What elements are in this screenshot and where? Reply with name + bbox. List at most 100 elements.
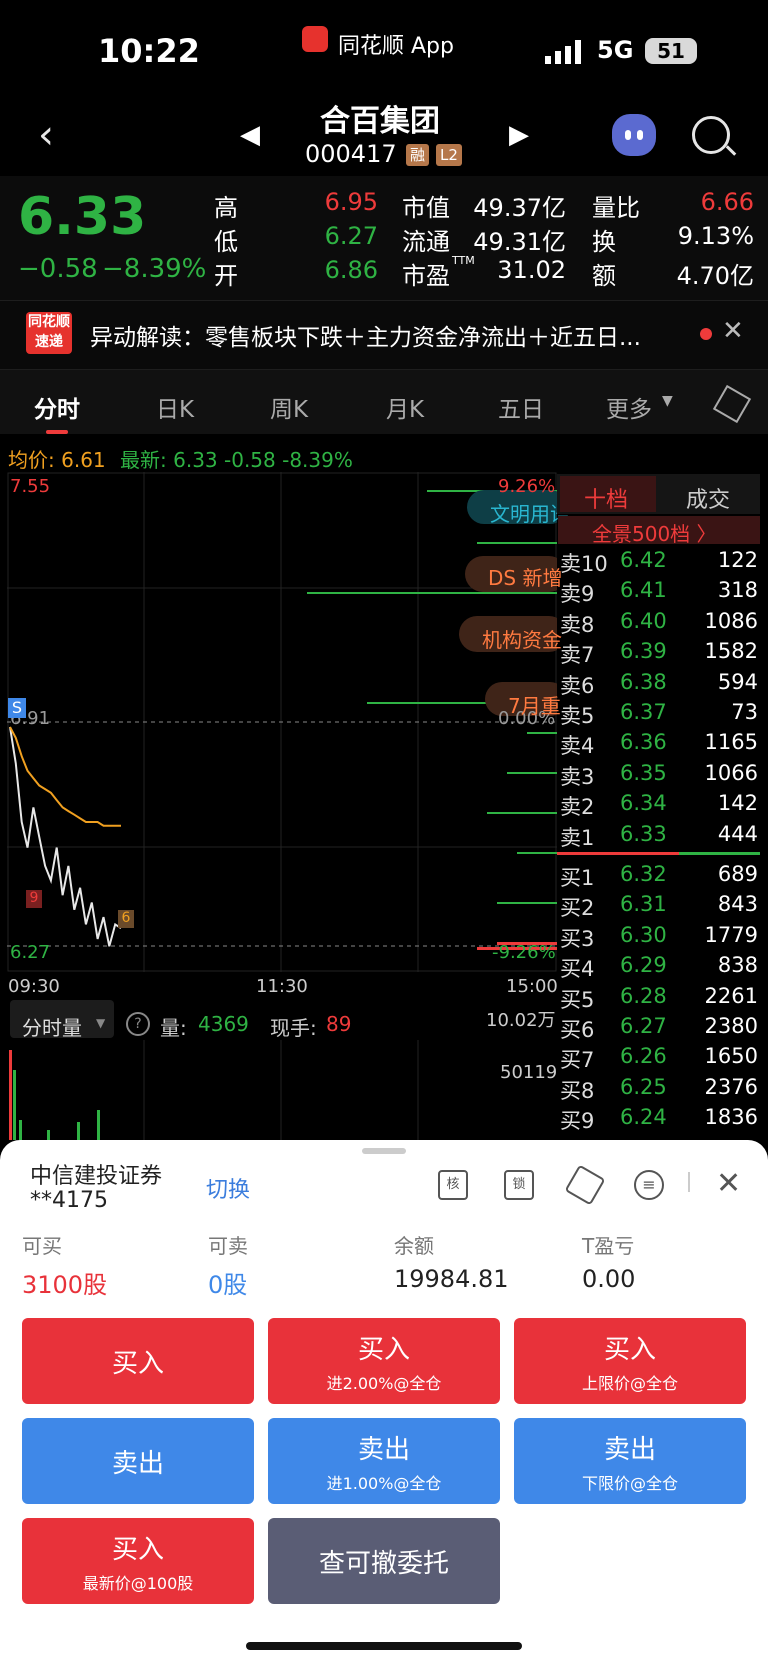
panorama-link[interactable]: 全景500档 〉	[592, 518, 717, 547]
latest-change: -0.58	[224, 448, 276, 472]
volratio-value: 6.66	[700, 188, 754, 216]
prev-stock-icon[interactable]: ◀	[240, 120, 260, 150]
verify-icon[interactable]: 核	[438, 1170, 468, 1200]
buy-button-label: 买入	[111, 1348, 164, 1379]
bid-volume: 689	[717, 862, 758, 886]
bid-row[interactable]: 买6 6.27 2380	[560, 1014, 760, 1044]
ask-row[interactable]: 卖5 6.37 73	[560, 700, 760, 730]
switch-account-button[interactable]: 切换	[206, 1172, 250, 1204]
back-icon[interactable]: ‹	[38, 112, 54, 158]
stock-name: 合百集团	[320, 104, 440, 139]
pct-top-label: 9.26%	[498, 476, 556, 497]
callout-4[interactable]: 7月重	[508, 690, 561, 719]
l2-tag: L2	[436, 144, 462, 166]
bid-price: 6.32	[620, 862, 667, 886]
tab-trades[interactable]: 成交	[686, 482, 730, 514]
bid-price: 6.24	[620, 1105, 667, 1130]
pe-value: 31.02	[497, 256, 566, 284]
sell-plus1-button[interactable]: 卖出 进1.00%@全仓	[268, 1418, 500, 1504]
help-icon[interactable]: ?	[126, 1012, 150, 1036]
last-price: 6.33	[18, 187, 147, 247]
marker-6[interactable]: 6	[118, 910, 134, 928]
ask-level-label: 卖5	[560, 703, 595, 728]
latest-pct: -8.39%	[282, 448, 353, 472]
close-panel-icon[interactable]: ✕	[716, 1166, 741, 1201]
ask-row[interactable]: 卖1 6.33 444	[560, 822, 760, 852]
news-dot-icon	[700, 328, 712, 340]
buy-button[interactable]: 买入	[22, 1318, 254, 1404]
assistant-robot-icon[interactable]	[612, 114, 656, 156]
next-stock-icon[interactable]: ▶	[509, 120, 529, 150]
price-change-pct: −8.39%	[102, 254, 207, 284]
tab-daily[interactable]: 日K	[156, 390, 194, 424]
menu-icon[interactable]: ≡	[634, 1170, 664, 1200]
amount-label: 额	[592, 262, 616, 290]
pct-bottom-label: -9.26%	[492, 942, 556, 963]
avg-value: 6.61	[61, 448, 106, 472]
bid-row[interactable]: 买8 6.25 2376	[560, 1075, 760, 1105]
bid-row[interactable]: 买3 6.30 1779	[560, 923, 760, 953]
bid-row[interactable]: 买7 6.26 1650	[560, 1044, 760, 1074]
sell-button[interactable]: 卖出	[22, 1418, 254, 1504]
ask-row[interactable]: 卖9 6.41 318	[560, 578, 760, 608]
chart-tabs	[0, 370, 768, 434]
drag-handle[interactable]	[362, 1148, 406, 1154]
app-logo-icon	[302, 26, 328, 52]
sell-limit-button[interactable]: 卖出 下限价@全仓	[514, 1418, 746, 1504]
ask-volume: 1066	[704, 760, 758, 785]
vol-value: 4369	[198, 1012, 249, 1036]
close-icon[interactable]: ✕	[722, 316, 744, 346]
ask-volume: 142	[717, 791, 758, 816]
bid-volume: 1836	[704, 1105, 758, 1130]
ask-price: 6.33	[620, 821, 667, 846]
x-label-open: 09:30	[8, 976, 60, 997]
lock-icon[interactable]: 锁	[504, 1170, 534, 1200]
callout-3[interactable]: 机构资金	[482, 624, 562, 653]
tab-weekly[interactable]: 周K	[270, 390, 308, 424]
vol-label: 量:	[160, 1016, 187, 1040]
search-icon[interactable]	[692, 116, 730, 154]
chevron-down-icon: ▼	[96, 1016, 106, 1030]
buy-limit-button[interactable]: 买入 上限价@全仓	[514, 1318, 746, 1404]
marker-s[interactable]: S	[8, 698, 26, 718]
bid-row[interactable]: 买1 6.32 689	[560, 862, 760, 892]
cancelable-orders-button[interactable]: 查可撤委托	[268, 1518, 500, 1604]
tab-more[interactable]: 更多	[606, 390, 652, 424]
bid-row[interactable]: 买5 6.28 2261	[560, 984, 760, 1014]
sell-limit-label: 卖出	[603, 1434, 656, 1465]
bid-price: 6.30	[620, 922, 667, 947]
tpl-label: T盈亏	[582, 1234, 635, 1258]
chevron-down-icon: ▼	[662, 393, 673, 409]
ask-row[interactable]: 卖7 6.39 1582	[560, 639, 760, 669]
news-logo-top: 同花顺	[28, 314, 70, 330]
ask-row[interactable]: 卖6 6.38 594	[560, 670, 760, 700]
latest-label: 最新:	[120, 448, 167, 472]
tab-intraday[interactable]: 分时	[34, 390, 80, 424]
tab-indicator	[46, 430, 68, 434]
ask-row[interactable]: 卖4 6.36 1165	[560, 730, 760, 760]
ask-row[interactable]: 卖3 6.35 1066	[560, 761, 760, 791]
buy-100-button[interactable]: 买入 最新价@100股	[22, 1518, 254, 1604]
callout-2[interactable]: DS 新增	[488, 562, 562, 591]
ask-volume: 1165	[704, 730, 758, 755]
bid-row[interactable]: 买4 6.29 838	[560, 953, 760, 983]
ask-row[interactable]: 卖8 6.40 1086	[560, 609, 760, 639]
intraday-chart[interactable]	[7, 472, 557, 972]
marker-9[interactable]: 9	[26, 890, 42, 908]
tab-monthly[interactable]: 月K	[386, 390, 424, 424]
pe-label: 市盈	[402, 262, 450, 290]
bid-price: 6.27	[620, 1013, 667, 1038]
bid-row[interactable]: 买2 6.31 843	[560, 892, 760, 922]
bid-row[interactable]: 买9 6.24 1836	[560, 1105, 760, 1135]
x-label-noon: 11:30	[256, 976, 308, 997]
sell-plus1-label: 卖出	[357, 1434, 410, 1465]
ask-row[interactable]: 卖2 6.34 142	[560, 791, 760, 821]
mktcap-label: 市值	[402, 194, 450, 222]
ask-row[interactable]: 卖10 6.42 122	[560, 548, 760, 578]
tab-ten-levels[interactable]: 十档	[584, 482, 628, 514]
cancelable-orders-label: 查可撤委托	[318, 1548, 449, 1579]
news-text[interactable]: 异动解读：零售板块下跌＋主力资金净流出＋近五日...	[90, 318, 680, 352]
ask-price: 6.38	[620, 669, 667, 694]
buy-plus2-button[interactable]: 买入 进2.00%@全仓	[268, 1318, 500, 1404]
tab-five-day[interactable]: 五日	[498, 390, 544, 424]
